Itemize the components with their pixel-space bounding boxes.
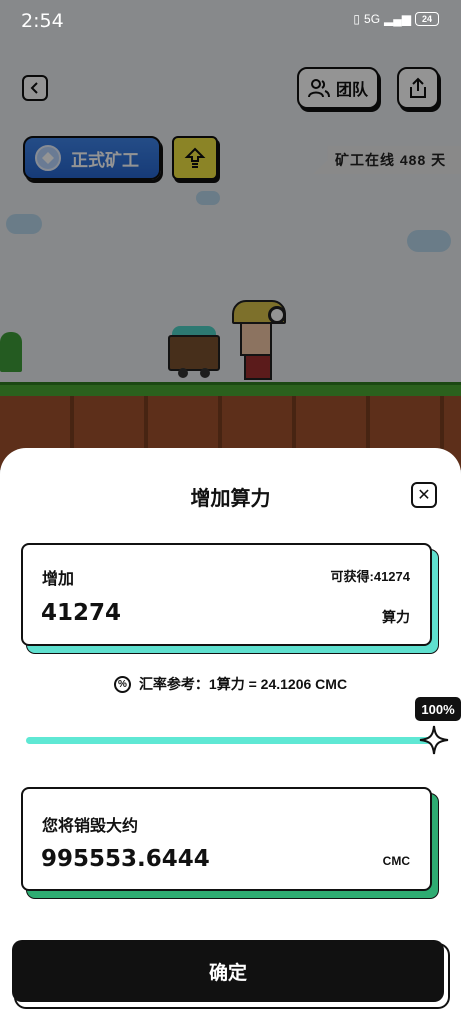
- obtainable-text: 可获得:41274: [330, 569, 410, 584]
- cloud-decoration: [6, 214, 42, 234]
- online-days-banner: 矿工在线 488 天: [313, 146, 461, 174]
- miner-badge-label: 正式矿工: [71, 150, 139, 170]
- status-icons: ▯ 5G ▂▄▆ 24: [353, 12, 439, 26]
- slider-fill: [26, 737, 435, 744]
- amount-slider[interactable]: [26, 737, 435, 744]
- add-label: 增加: [42, 571, 75, 588]
- sparkle-slider-thumb-icon[interactable]: [418, 724, 450, 756]
- game-scene: 团队 正式矿工 矿工在线 488 天: [0, 0, 461, 470]
- team-icon: [307, 79, 330, 98]
- battery-icon: 24: [415, 12, 439, 26]
- upgrade-arrow-icon: [184, 147, 206, 168]
- burn-estimate-card: 您将销毁大约 995553.6444 CMC: [21, 787, 432, 891]
- helmet-lamp: [268, 306, 286, 324]
- cloud-decoration: [407, 230, 451, 252]
- upgrade-button[interactable]: [172, 136, 218, 180]
- confirm-button[interactable]: 确定: [12, 940, 444, 1002]
- hashrate-unit: 算力: [382, 609, 410, 625]
- burn-label: 您将销毁大约: [42, 818, 139, 835]
- exchange-rate-row: % 汇率参考：1算力 = 24.1206 CMC: [0, 674, 461, 694]
- mine-cart: [168, 335, 220, 371]
- close-button[interactable]: ✕: [411, 482, 437, 508]
- close-icon: ✕: [417, 487, 431, 504]
- signal-icon: ▂▄▆: [384, 12, 411, 26]
- team-label: 团队: [335, 82, 368, 99]
- status-time: 2:54: [21, 10, 64, 32]
- burn-amount: 995553.6444: [41, 846, 210, 872]
- cart-wheel: [178, 368, 188, 378]
- exchange-rate-text: 汇率参考：1算力 = 24.1206 CMC: [138, 676, 348, 692]
- miner-head: [240, 320, 272, 356]
- hashrate-amount-input[interactable]: [41, 598, 301, 628]
- share-button[interactable]: [397, 67, 439, 109]
- slider-percent-tag: 100%: [415, 697, 461, 721]
- burn-unit: CMC: [382, 854, 410, 868]
- network-label: 5G: [364, 12, 381, 26]
- cart-wheel: [200, 368, 210, 378]
- cloud-decoration: [196, 191, 220, 205]
- add-hashrate-card: 增加 可获得:41274 算力: [21, 543, 432, 646]
- tree-decoration: [0, 332, 22, 372]
- percent-icon: %: [113, 675, 131, 693]
- add-hashrate-sheet: 增加算力 ✕ 增加 可获得:41274 算力 % 汇率参考：1算力 = 24.1…: [0, 448, 461, 1024]
- back-button[interactable]: [22, 75, 48, 101]
- share-icon: [410, 77, 426, 98]
- gem-icon: [35, 145, 61, 171]
- sheet-title: 增加算力: [190, 488, 271, 510]
- status-bar: 2:54 ▯ 5G ▂▄▆ 24: [0, 0, 461, 44]
- chevron-left-icon: [30, 82, 38, 94]
- team-button[interactable]: 团队: [297, 67, 379, 109]
- miner-status-badge[interactable]: 正式矿工: [23, 136, 161, 180]
- miner-body: [244, 354, 272, 380]
- vibrate-icon: ▯: [353, 12, 361, 26]
